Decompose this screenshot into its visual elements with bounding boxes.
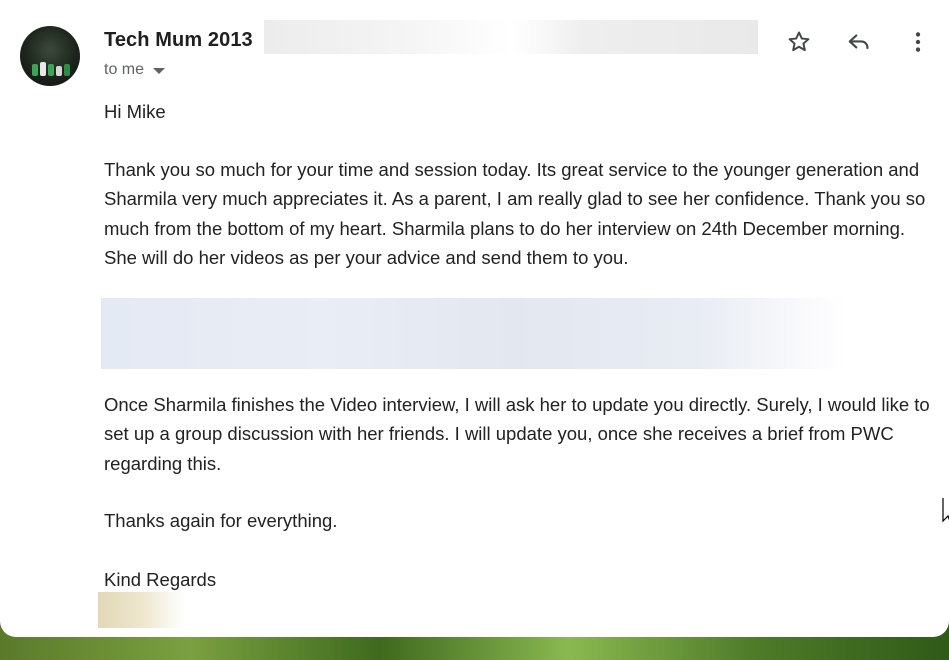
sender-name[interactable]: Tech Mum 2013 — [104, 29, 253, 52]
body-paragraph-2: Once Sharmila finishes the Video intervi… — [104, 394, 930, 474]
email-message-card: Tech Mum 2013 to me Hi Mike Thank you so… — [0, 0, 949, 637]
body-paragraph-1: Thank you so much for your time and sess… — [104, 159, 926, 268]
chevron-down-icon — [153, 68, 166, 74]
redacted-content-block — [101, 298, 846, 369]
redacted-signature — [98, 592, 184, 628]
body-paragraph-3: Thanks again for everything. — [104, 510, 338, 531]
sender-avatar[interactable] — [20, 26, 80, 86]
reply-button[interactable] — [843, 26, 875, 58]
closing-text: Kind Regards — [104, 569, 217, 590]
avatar-photo-detail — [48, 64, 54, 76]
recipient-details-toggle[interactable]: to me — [104, 61, 166, 79]
more-vert-icon — [915, 32, 921, 52]
avatar-photo-detail — [64, 64, 70, 76]
recipient-label: to me — [104, 61, 145, 78]
more-options-button[interactable] — [902, 26, 934, 58]
redacted-sender-address — [264, 20, 758, 54]
mouse-cursor-icon — [942, 498, 949, 523]
avatar-photo-detail — [32, 64, 38, 76]
avatar-photo-detail — [56, 66, 62, 76]
star-button[interactable] — [783, 26, 815, 58]
reply-icon — [848, 34, 869, 50]
greeting-text: Hi Mike — [104, 101, 166, 122]
avatar-photo-detail — [40, 62, 46, 76]
star-icon — [788, 31, 810, 52]
